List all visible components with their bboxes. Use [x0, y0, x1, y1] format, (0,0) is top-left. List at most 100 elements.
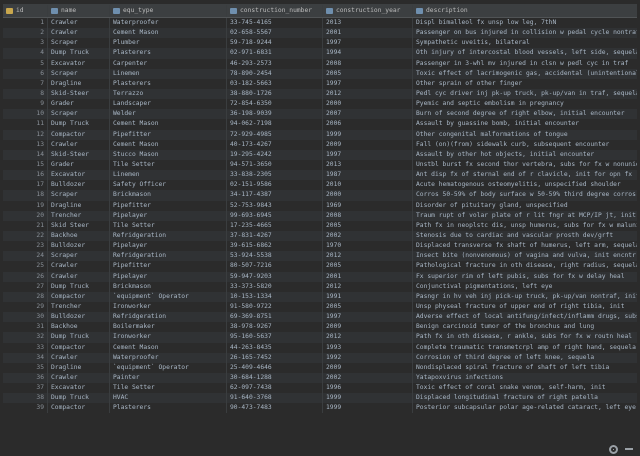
- table-cell-construction-year[interactable]: 1997: [323, 78, 413, 89]
- table-cell-description[interactable]: Ant disp fx of sternal end of r clavicle…: [413, 170, 637, 180]
- table-cell-name[interactable]: Skid-Steer: [48, 149, 110, 160]
- table-cell-id[interactable]: 37: [3, 383, 48, 394]
- results-grid[interactable]: id name equ_type construction_number con…: [3, 4, 637, 414]
- table-cell-description[interactable]: Traum rupt of volar plate of r lit fngr …: [413, 211, 637, 221]
- table-cell-description[interactable]: Passenger on bus injured in collision w …: [413, 28, 637, 38]
- table-cell-construction-year[interactable]: 2007: [323, 109, 413, 120]
- table-cell-id[interactable]: 35: [3, 362, 48, 373]
- table-cell-name[interactable]: Excavator: [48, 383, 110, 394]
- table-cell-id[interactable]: 25: [3, 261, 48, 272]
- table-cell-name[interactable]: Grader: [48, 159, 110, 171]
- table-cell-name[interactable]: Trencher: [48, 301, 110, 313]
- table-cell-construction-year[interactable]: 2012: [323, 332, 413, 343]
- table-cell-id[interactable]: 23: [3, 241, 48, 252]
- table-cell-name[interactable]: Grader: [48, 99, 110, 110]
- table-cell-name[interactable]: Bulldozer: [48, 312, 110, 323]
- column-header-id[interactable]: id: [3, 5, 48, 17]
- table-cell-construction-number[interactable]: 02-971-6831: [227, 48, 323, 59]
- table-cell-id[interactable]: 17: [3, 180, 48, 191]
- table-cell-construction-number[interactable]: 90-473-7483: [227, 403, 323, 414]
- table-cell-equ-type[interactable]: Pipelayer: [110, 210, 227, 221]
- table-cell-name[interactable]: Backhoe: [48, 230, 110, 242]
- table-cell-description[interactable]: Fx superior rim of left pubis, subs for …: [413, 272, 637, 282]
- table-cell-name[interactable]: Dragline: [48, 200, 110, 211]
- table-cell-id[interactable]: 8: [3, 88, 48, 100]
- table-cell-description[interactable]: Path fx in neoplstc dis, unsp humerus, s…: [413, 221, 637, 231]
- table-row[interactable]: 4 Dump Truck Plasterers 02-971-6831 1994 Oth …: [3, 48, 637, 59]
- table-cell-construction-year[interactable]: 2002: [323, 372, 413, 384]
- table-cell-construction-number[interactable]: 72-854-6350: [227, 99, 323, 110]
- table-cell-construction-year[interactable]: 1996: [323, 383, 413, 394]
- table-cell-id[interactable]: 30: [3, 312, 48, 323]
- table-cell-construction-year[interactable]: 2009: [323, 362, 413, 373]
- table-cell-construction-number[interactable]: 78-890-2454: [227, 68, 323, 79]
- table-cell-construction-year[interactable]: 2006: [323, 119, 413, 130]
- table-cell-equ-type[interactable]: Pipefitter: [110, 129, 227, 140]
- table-cell-equ-type[interactable]: Refridgeration: [110, 251, 227, 262]
- column-header-construction-number[interactable]: construction_number: [227, 5, 323, 17]
- table-cell-equ-type[interactable]: Brickmason: [110, 281, 227, 292]
- table-cell-construction-year[interactable]: 1993: [323, 342, 413, 353]
- table-row[interactable]: 34 Crawler Waterproofer 26-165-7452 1992 Corr…: [3, 352, 637, 363]
- table-row[interactable]: 29 Trencher Ironworker 91-580-9722 2005 Unsp …: [3, 301, 637, 313]
- table-cell-equ-type[interactable]: Plumber: [110, 38, 227, 49]
- table-cell-construction-number[interactable]: 37-831-4267: [227, 230, 323, 242]
- table-row[interactable]: 7 Dragline Plasterers 03-182-5663 1997 Other …: [3, 78, 637, 89]
- table-cell-description[interactable]: Yatapoxvirus infections: [413, 373, 637, 383]
- table-cell-equ-type[interactable]: Plasterers: [110, 48, 227, 59]
- table-cell-construction-year[interactable]: 1997: [323, 312, 413, 323]
- table-cell-name[interactable]: Backhoe: [48, 322, 110, 333]
- table-cell-id[interactable]: 31: [3, 322, 48, 333]
- table-cell-construction-number[interactable]: 94-062-7198: [227, 119, 323, 130]
- table-cell-equ-type[interactable]: Pipelayer: [110, 241, 227, 252]
- table-cell-construction-year[interactable]: 1997: [323, 149, 413, 160]
- table-row[interactable]: 28 Compactor `equipment` Operator 10-153-13…: [3, 291, 637, 302]
- table-cell-id[interactable]: 16: [3, 170, 48, 181]
- table-cell-description[interactable]: Other sprain of other finger: [413, 79, 637, 89]
- table-row[interactable]: 5 Excavator Carpenter 46-293-2573 2008 Passen…: [3, 58, 637, 69]
- table-cell-construction-year[interactable]: 2012: [323, 88, 413, 100]
- table-cell-construction-number[interactable]: 46-293-2573: [227, 58, 323, 69]
- table-cell-construction-year[interactable]: 2009: [323, 139, 413, 150]
- table-cell-name[interactable]: Crawler: [48, 352, 110, 363]
- table-cell-id[interactable]: 2: [3, 28, 48, 39]
- table-cell-construction-year[interactable]: 2000: [323, 99, 413, 110]
- table-cell-id[interactable]: 33: [3, 342, 48, 353]
- table-cell-equ-type[interactable]: Safety Officer: [110, 180, 227, 191]
- table-row[interactable]: 8 Skid-Steer Terrazzo 38-880-1726 2012 Pedl c…: [3, 88, 637, 100]
- table-cell-construction-number[interactable]: 33-838-2305: [227, 170, 323, 181]
- table-row[interactable]: 15 Grader Tile Setter 94-571-3650 2013 Unstbl…: [3, 159, 637, 171]
- table-cell-construction-number[interactable]: 34-117-4387: [227, 190, 323, 201]
- table-cell-name[interactable]: Scraper: [48, 109, 110, 120]
- table-cell-construction-year[interactable]: 1999: [323, 393, 413, 404]
- table-cell-description[interactable]: Passenger in 3-whl mv injured in clsn w …: [413, 59, 637, 69]
- table-cell-name[interactable]: Dump Truck: [48, 119, 110, 130]
- column-header-description[interactable]: description: [413, 5, 637, 17]
- table-cell-construction-year[interactable]: 2005: [323, 261, 413, 272]
- table-cell-construction-year[interactable]: 2000: [323, 190, 413, 201]
- table-cell-description[interactable]: Stenosis due to cardiac and vascular pro…: [413, 231, 637, 241]
- table-cell-construction-number[interactable]: 36-198-9039: [227, 109, 323, 120]
- table-row[interactable]: 36 Crawler Painter 30-684-1288 2002 Yatapoxvi…: [3, 372, 637, 384]
- table-cell-equ-type[interactable]: Refridgeration: [110, 230, 227, 242]
- table-cell-construction-number[interactable]: 52-753-9843: [227, 200, 323, 211]
- table-cell-name[interactable]: Dump Truck: [48, 48, 110, 59]
- table-cell-description[interactable]: Assault by other hot objects, initial en…: [413, 150, 637, 160]
- table-cell-name[interactable]: Excavator: [48, 58, 110, 69]
- table-cell-description[interactable]: Pathological fracture in oth disease, ri…: [413, 261, 637, 271]
- table-cell-construction-number[interactable]: 40-173-4267: [227, 139, 323, 150]
- table-cell-equ-type[interactable]: Waterproofer: [110, 18, 227, 29]
- table-cell-construction-number[interactable]: 38-978-9267: [227, 322, 323, 333]
- table-cell-name[interactable]: Dump Truck: [48, 332, 110, 343]
- table-cell-construction-number[interactable]: 17-235-4665: [227, 220, 323, 231]
- table-cell-name[interactable]: Scraper: [48, 38, 110, 49]
- table-cell-construction-number[interactable]: 94-571-3650: [227, 159, 323, 171]
- table-cell-id[interactable]: 5: [3, 58, 48, 69]
- table-cell-name[interactable]: Compactor: [48, 342, 110, 353]
- table-cell-equ-type[interactable]: Carpenter: [110, 58, 227, 69]
- table-row[interactable]: 23 Bulldozer Pipelayer 39-615-6862 1970 Displ…: [3, 241, 637, 252]
- table-cell-construction-year[interactable]: 2001: [323, 28, 413, 39]
- table-cell-id[interactable]: 19: [3, 200, 48, 211]
- table-cell-name[interactable]: Compactor: [48, 291, 110, 302]
- table-cell-description[interactable]: Toxic effect of coral snake venom, self-…: [413, 383, 637, 393]
